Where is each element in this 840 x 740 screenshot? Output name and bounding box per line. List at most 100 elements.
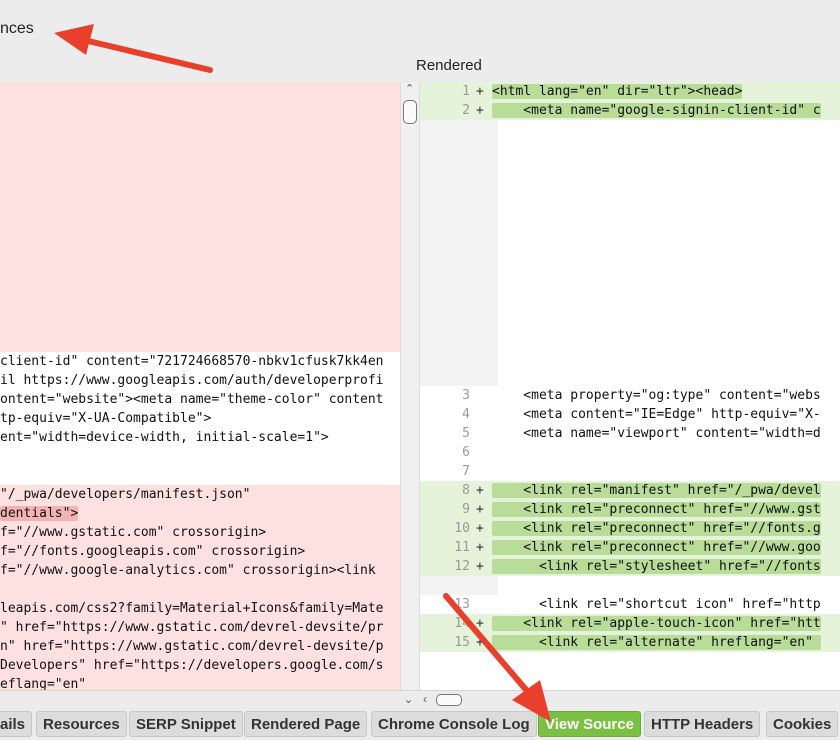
code-line: 4 <meta content="IE=Edge" http-equiv="X- (420, 405, 840, 424)
diff-marker: + (476, 103, 484, 118)
toolbar-area: nces Rendered (0, 0, 840, 82)
tab-rendered-page[interactable]: Rendered Page (244, 711, 368, 737)
added-code-line: 10 + <link rel="preconnect" href="//fonts… (420, 519, 840, 538)
removed-code-line: n" href="https://www.gstatic.com/devrel-… (0, 637, 400, 656)
removed-code-line: " href="https://www.gstatic.com/devrel-d… (0, 618, 400, 637)
blank-line (420, 291, 840, 310)
tab-resources[interactable]: Resources (36, 711, 127, 737)
tab-http-headers[interactable]: HTTP Headers (644, 711, 761, 737)
added-code-line: 14 + <link rel="apple-touch-icon" href="h… (420, 614, 840, 633)
code-text: <meta content="IE=Edge" http-equiv="X- (492, 407, 821, 422)
line-number: 7 (462, 464, 470, 479)
scrollbar-thumb[interactable] (403, 100, 417, 124)
raw-source-pane[interactable]: client-id" content="721724668570-nbkv1cf… (0, 82, 400, 690)
line-number: 5 (462, 426, 470, 441)
added-code-line: 9 + <link rel="preconnect" href="//www.gs… (420, 500, 840, 519)
code-line: 3 <meta property="og:type" content="webs (420, 386, 840, 405)
code-line: client-id" content="721724668570-nbkv1cf… (0, 354, 384, 369)
added-code-line: 11 + <link rel="preconnect" href="//www.g… (420, 538, 840, 557)
removed-code-line: f="//www.google-analytics.com" crossorig… (0, 561, 400, 580)
code-text: <html lang="en" dir="ltr"><head> (492, 84, 743, 99)
chevron-down-icon[interactable]: ⌄ (404, 693, 413, 706)
blank-line (420, 253, 840, 272)
code-text: <link rel="stylesheet" href="//fonts (492, 559, 821, 574)
added-code-line: 2 + <meta name="google-signin-client-id" … (420, 101, 840, 120)
added-code-line: 8 + <link rel="manifest" href="/_pwa/deve… (420, 481, 840, 500)
diff-marker: + (476, 483, 484, 498)
diff-marker: + (476, 84, 484, 99)
code-line: 13 <link rel="shortcut icon" href="http (420, 595, 840, 614)
code-text: <meta property="og:type" content="webs (492, 388, 821, 403)
removed-code-line: f="//www.gstatic.com" crossorigin> (0, 523, 400, 542)
code-line: ent="width=device-width, initial-scale=1… (0, 430, 329, 445)
tab-serp-snippet[interactable]: SERP Snippet (129, 711, 243, 737)
code-text: <link rel="manifest" href="/_pwa/devel (492, 483, 821, 498)
bottom-tab-bar: ails Resources SERP Snippet Rendered Pag… (0, 708, 840, 740)
removed-spacer (0, 580, 400, 599)
code-text: <meta name="viewport" content="width=d (492, 426, 821, 441)
line-number: 13 (454, 597, 470, 612)
line-number: 6 (462, 445, 470, 460)
line-number: 1 (462, 84, 470, 99)
removed-code-line: Developers" href="https://developers.goo… (0, 656, 400, 675)
removed-code-line: f="//fonts.googleapis.com" crossorigin> (0, 542, 400, 561)
diff-marker: + (476, 502, 484, 517)
code-line: 6 (420, 443, 840, 462)
added-code-line: 1 + <html lang="en" dir="ltr"><head> (420, 82, 840, 101)
scrollbar-thumb[interactable] (436, 694, 462, 706)
blank-line (420, 272, 840, 291)
vertical-scrollbar[interactable]: ⌃ (400, 82, 420, 690)
code-text: <link rel="preconnect" href="//fonts.g (492, 521, 821, 536)
chevron-up-icon[interactable]: ⌃ (405, 82, 414, 95)
tab-cookies[interactable]: Cookies (766, 711, 839, 737)
line-number: 8 (462, 483, 470, 498)
code-text: <link rel="preconnect" href="//www.goo (492, 540, 821, 555)
removed-block-top (0, 82, 400, 352)
line-number: 14 (454, 616, 470, 631)
diff-marker: + (476, 540, 484, 555)
diff-marker: + (476, 616, 484, 631)
code-text: <meta name="google-signin-client-id" c (492, 103, 821, 118)
code-line: tp-equiv="X-UA-Compatible"> (0, 411, 212, 426)
added-code-line: 12 + <link rel="stylesheet" href="//fonts (420, 557, 840, 576)
rendered-source-pane[interactable]: 1 + <html lang="en" dir="ltr"><head> 2 + <me… (420, 82, 840, 690)
removed-code-line: "/_pwa/developers/manifest.json" (0, 485, 400, 504)
code-line: 5 <meta name="viewport" content="width=d (420, 424, 840, 443)
blank-line (420, 310, 840, 329)
blank-line (420, 329, 840, 348)
tab-chrome-console-log[interactable]: Chrome Console Log (371, 711, 537, 737)
added-code-line: 15 + <link rel="alternate" hreflang="en" (420, 633, 840, 652)
code-text: <link rel="shortcut icon" href="http (492, 597, 821, 612)
tab-details[interactable]: ails (0, 711, 33, 737)
line-number: 11 (454, 540, 470, 555)
line-number: 4 (462, 407, 470, 422)
diff-marker: + (476, 559, 484, 574)
line-number: 10 (454, 521, 470, 536)
line-number: 2 (462, 103, 470, 118)
blank-line (420, 234, 840, 253)
removed-code-line: leapis.com/css2?family=Material+Icons&fa… (0, 599, 400, 618)
line-number: 12 (454, 559, 470, 574)
diff-marker: + (476, 521, 484, 536)
blank-line (420, 158, 840, 177)
tab-view-source[interactable]: View Source (538, 711, 641, 737)
blank-line (420, 348, 840, 367)
blank-line (420, 177, 840, 196)
code-text: <link rel="alternate" hreflang="en" (492, 635, 821, 650)
diff-marker: + (476, 635, 484, 650)
blank-line (420, 215, 840, 234)
chevron-left-icon[interactable]: ‹ (423, 692, 427, 706)
blank-line (420, 367, 840, 386)
removed-code-line: dentials"> (0, 504, 400, 523)
line-number: 15 (454, 635, 470, 650)
blank-line (420, 576, 840, 595)
line-number: 9 (462, 502, 470, 517)
code-text: <link rel="apple-touch-icon" href="htt (492, 616, 821, 631)
blank-line (420, 120, 840, 139)
blank-line (420, 196, 840, 215)
code-line: ontent="website"><meta name="theme-color… (0, 392, 384, 407)
preferences-label[interactable]: nces (0, 20, 34, 38)
horizontal-scrollbar[interactable]: ⌄ ‹ (0, 690, 840, 708)
removed-code-line: eflang="en" (0, 675, 400, 690)
line-number: 3 (462, 388, 470, 403)
